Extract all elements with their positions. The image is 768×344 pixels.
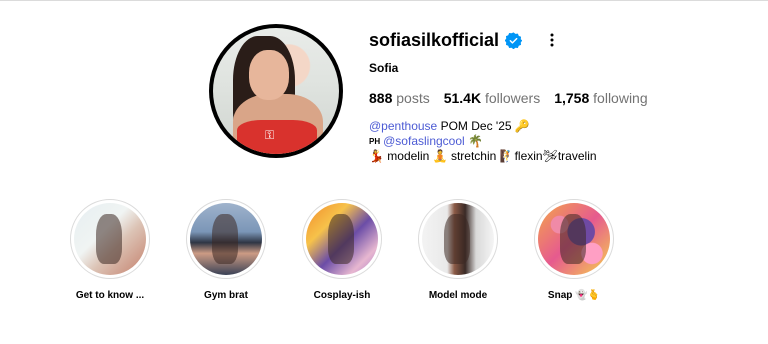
following-count[interactable]: 1,758 following bbox=[554, 90, 647, 106]
yoga-emoji-icon: 🧘 bbox=[432, 149, 448, 163]
highlight-label: Snap 👻🫰 bbox=[547, 290, 601, 301]
bio: @penthouse POM Dec '25 🔑 PH @sofaslingcoo… bbox=[369, 119, 749, 164]
highlight-label: Gym brat bbox=[204, 290, 248, 301]
highlight-label: Cosplay-ish bbox=[313, 290, 371, 301]
following-label: following bbox=[593, 90, 648, 106]
dancer-emoji-icon: 💃 bbox=[369, 149, 384, 163]
ph-prefix: PH bbox=[369, 137, 381, 146]
sofaslingcool-link[interactable]: @sofaslingcool bbox=[383, 134, 465, 148]
plane-emoji-icon: 🛩 bbox=[542, 149, 558, 163]
highlight-cover bbox=[190, 203, 262, 275]
username: sofiasilkofficial bbox=[369, 29, 500, 50]
penthouse-link[interactable]: @penthouse bbox=[369, 119, 437, 133]
bio-line-2: PH @sofaslingcool 🌴 bbox=[369, 134, 749, 149]
profile-stats: 888 posts 51.4K followers 1,758 followin… bbox=[369, 90, 749, 106]
bio-modelin: modelin bbox=[383, 149, 433, 163]
highlight-cover bbox=[306, 203, 378, 275]
highlight-ring bbox=[302, 199, 382, 279]
top-divider bbox=[0, 0, 768, 1]
highlight-get-to-know[interactable]: Get to know ... bbox=[52, 199, 168, 301]
highlight-ring bbox=[418, 199, 498, 279]
profile-info: sofiasilkofficial Sofia 888 posts 51.4K … bbox=[369, 28, 749, 164]
highlight-cosplay-ish[interactable]: Cosplay-ish bbox=[284, 199, 400, 301]
highlight-ring bbox=[534, 199, 614, 279]
highlight-label: Model mode bbox=[428, 290, 488, 301]
highlight-ring bbox=[70, 199, 150, 279]
followers-label: followers bbox=[484, 90, 541, 106]
bio-line-1: @penthouse POM Dec '25 🔑 bbox=[369, 119, 749, 134]
highlight-cover bbox=[538, 203, 610, 275]
full-name: Sofia bbox=[369, 61, 399, 75]
posts-value: 888 bbox=[369, 90, 393, 106]
highlight-cover bbox=[74, 203, 146, 275]
avatar-image: ⚿ bbox=[213, 28, 339, 154]
climber-emoji-icon: 🧗 bbox=[499, 149, 515, 163]
highlight-snap[interactable]: Snap 👻🫰 bbox=[516, 199, 632, 301]
posts-label: posts bbox=[396, 90, 430, 106]
key-emoji-icon: 🔑 bbox=[514, 119, 530, 133]
more-options-icon[interactable] bbox=[544, 31, 560, 49]
name-row: sofiasilkofficial bbox=[369, 28, 749, 52]
highlight-cover bbox=[422, 203, 494, 275]
bio-line-3: 💃 modelin 🧘 stretchin 🧗flexin🛩travelin bbox=[369, 149, 749, 164]
story-highlights: Get to know ... Gym brat Cosplay-ish Mod… bbox=[52, 199, 632, 301]
bio-flexin: flexin bbox=[514, 149, 543, 163]
posts-count[interactable]: 888 posts bbox=[369, 90, 430, 106]
followers-value: 51.4K bbox=[443, 90, 482, 106]
following-value: 1,758 bbox=[554, 90, 590, 106]
key-logo-icon: ⚿ bbox=[265, 128, 275, 142]
bio-travelin: travelin bbox=[557, 149, 597, 163]
highlight-label: Get to know ... bbox=[75, 290, 145, 301]
highlight-ring bbox=[186, 199, 266, 279]
bio-line-1-text: POM Dec '25 bbox=[437, 119, 515, 133]
palm-tree-emoji-icon: 🌴 bbox=[468, 134, 483, 148]
highlight-gym-brat[interactable]: Gym brat bbox=[168, 199, 284, 301]
followers-count[interactable]: 51.4K followers bbox=[444, 90, 541, 106]
bio-stretchin: stretchin bbox=[447, 149, 500, 163]
profile-avatar[interactable]: ⚿ bbox=[209, 24, 343, 158]
verified-badge-icon bbox=[505, 31, 523, 49]
highlight-model-mode[interactable]: Model mode bbox=[400, 199, 516, 301]
